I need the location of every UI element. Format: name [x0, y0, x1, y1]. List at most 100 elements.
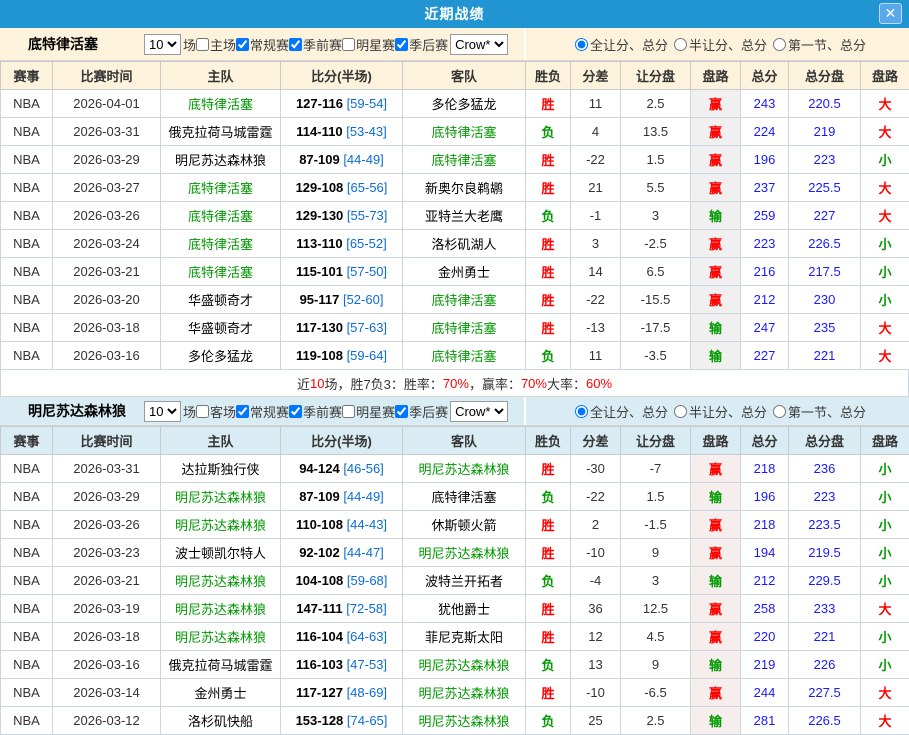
away-team-cell: 明尼苏达森林狼	[403, 539, 526, 567]
playoffs-checkbox-2[interactable]	[395, 405, 408, 418]
date-cell: 2026-03-20	[53, 286, 161, 314]
checkbox-allstar-2[interactable]: 明星赛	[342, 402, 395, 421]
result-cell: 胜	[526, 258, 571, 286]
total-line-cell: 236	[789, 455, 861, 483]
result-cell: 负	[526, 707, 571, 735]
checkbox-playoffs[interactable]: 季后赛	[395, 35, 448, 54]
radio-first-quarter-2[interactable]: 第一节、总分	[767, 402, 866, 421]
away-team-cell: 底特律活塞	[403, 342, 526, 370]
table-row: NBA 2026-03-24 底特律活塞 113-110 [65-52] 洛杉矶…	[1, 230, 909, 258]
score-cell: 117-130 [57-63]	[281, 314, 403, 342]
first-quarter-radio-2[interactable]	[773, 405, 786, 418]
full-handicap-radio[interactable]	[575, 38, 588, 51]
total-line-cell: 226.5	[789, 230, 861, 258]
radio-full-handicap-2[interactable]: 全让分、总分	[569, 402, 668, 421]
league-cell: NBA	[1, 707, 53, 735]
score-cell: 117-127 [48-69]	[281, 679, 403, 707]
score-cell: 110-108 [44-43]	[281, 511, 403, 539]
score-cell: 92-102 [44-47]	[281, 539, 403, 567]
league-cell: NBA	[1, 539, 53, 567]
score-cell: 127-116 [59-54]	[281, 90, 403, 118]
checkbox-allstar[interactable]: 明星赛	[342, 35, 395, 54]
away-games-checkbox[interactable]	[196, 405, 209, 418]
checkbox-regular-season[interactable]: 常规赛	[236, 35, 289, 54]
handicap-result-cell: 赢	[691, 623, 741, 651]
league-cell: NBA	[1, 90, 53, 118]
half-handicap-radio-2[interactable]	[674, 405, 687, 418]
date-cell: 2026-03-14	[53, 679, 161, 707]
checkbox-regular-season-2[interactable]: 常规赛	[236, 402, 289, 421]
date-cell: 2026-03-16	[53, 342, 161, 370]
handicap-result-cell: 输	[691, 567, 741, 595]
result-cell: 胜	[526, 314, 571, 342]
total-cell: 247	[741, 314, 789, 342]
result-cell: 负	[526, 342, 571, 370]
ou-result-cell: 大	[861, 679, 909, 707]
date-cell: 2026-03-31	[53, 455, 161, 483]
league-cell: NBA	[1, 342, 53, 370]
ou-result-cell: 小	[861, 483, 909, 511]
total-cell: 194	[741, 539, 789, 567]
total-cell: 212	[741, 567, 789, 595]
home-games-checkbox[interactable]	[196, 38, 209, 51]
summary-segment: 场，胜7负3：胜率：	[324, 374, 442, 393]
total-line-cell: 223	[789, 146, 861, 174]
score-cell: 113-110 [65-52]	[281, 230, 403, 258]
col-league: 赛事	[1, 62, 53, 90]
table-row: NBA 2026-03-21 明尼苏达森林狼 104-108 [59-68] 波…	[1, 567, 909, 595]
first-quarter-radio[interactable]	[773, 38, 786, 51]
checkbox-home-games[interactable]: 主场	[196, 35, 236, 54]
radio-full-handicap[interactable]: 全让分、总分	[569, 35, 668, 54]
radio-first-quarter[interactable]: 第一节、总分	[767, 35, 866, 54]
checkbox-preseason[interactable]: 季前赛	[289, 35, 342, 54]
table-row: NBA 2026-03-26 底特律活塞 129-130 [55-73] 亚特兰…	[1, 202, 909, 230]
regular-season-checkbox[interactable]	[236, 38, 249, 51]
result-cell: 胜	[526, 539, 571, 567]
total-cell: 243	[741, 90, 789, 118]
filterbar-timberwolves: 明尼苏达森林狼 10 场 客场 常规赛 季前赛 明星赛 季后赛 Crow*	[0, 397, 909, 426]
score-cell: 153-128 [74-65]	[281, 707, 403, 735]
table-header-row: 赛事 比赛时间 主队 比分(半场) 客队 胜负 分差 让分盘 盘路 总分 总分盘…	[1, 62, 909, 90]
total-cell: 223	[741, 230, 789, 258]
col-total: 总分	[741, 62, 789, 90]
table-row: NBA 2026-03-18 华盛顿奇才 117-130 [57-63] 底特律…	[1, 314, 909, 342]
league-cell: NBA	[1, 679, 53, 707]
summary-segment: 大率：	[547, 374, 586, 393]
odds-source-select[interactable]: Crow*	[450, 34, 508, 55]
col-diff: 分差	[571, 427, 621, 455]
handicap-result-cell: 赢	[691, 511, 741, 539]
checkbox-playoffs-2[interactable]: 季后赛	[395, 402, 448, 421]
allstar-checkbox-2[interactable]	[342, 405, 355, 418]
away-team-cell: 底特律活塞	[403, 483, 526, 511]
regular-season-checkbox-2[interactable]	[236, 405, 249, 418]
checkbox-away-games[interactable]: 客场	[196, 402, 236, 421]
result-cell: 胜	[526, 146, 571, 174]
total-line-cell: 220.5	[789, 90, 861, 118]
full-handicap-radio-2[interactable]	[575, 405, 588, 418]
games-count-select-2[interactable]: 10	[144, 401, 181, 422]
games-table-pistons: 赛事 比赛时间 主队 比分(半场) 客队 胜负 分差 让分盘 盘路 总分 总分盘…	[0, 61, 909, 370]
date-cell: 2026-03-19	[53, 595, 161, 623]
away-team-cell: 菲尼克斯太阳	[403, 623, 526, 651]
allstar-checkbox[interactable]	[342, 38, 355, 51]
away-team-cell: 波特兰开拓者	[403, 567, 526, 595]
games-count-select[interactable]: 10	[144, 34, 181, 55]
odds-source-select-2[interactable]: Crow*	[450, 401, 508, 422]
total-line-cell: 221	[789, 342, 861, 370]
total-cell: 196	[741, 146, 789, 174]
home-team-cell: 华盛顿奇才	[161, 314, 281, 342]
half-handicap-radio[interactable]	[674, 38, 687, 51]
handicap-result-cell: 输	[691, 314, 741, 342]
table-row: NBA 2026-03-12 洛杉矶快船 153-128 [74-65] 明尼苏…	[1, 707, 909, 735]
radio-half-handicap-2[interactable]: 半让分、总分	[668, 402, 767, 421]
playoffs-checkbox[interactable]	[395, 38, 408, 51]
col-total-line: 总分盘	[789, 62, 861, 90]
away-team-cell: 底特律活塞	[403, 286, 526, 314]
preseason-checkbox[interactable]	[289, 38, 302, 51]
checkbox-preseason-2[interactable]: 季前赛	[289, 402, 342, 421]
radio-half-handicap[interactable]: 半让分、总分	[668, 35, 767, 54]
preseason-checkbox-2[interactable]	[289, 405, 302, 418]
handicap-cell: -6.5	[621, 679, 691, 707]
league-cell: NBA	[1, 202, 53, 230]
close-icon[interactable]: ✕	[879, 3, 902, 24]
